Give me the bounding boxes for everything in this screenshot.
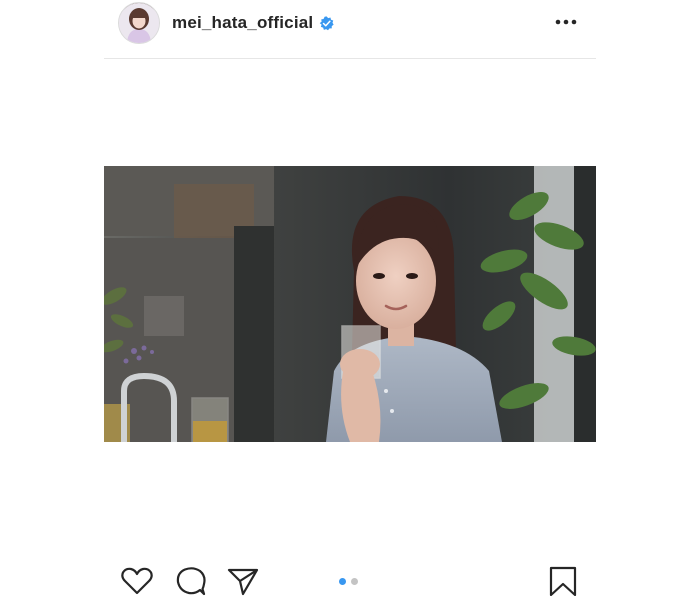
verified-badge-icon (319, 15, 334, 31)
carousel-indicator (339, 578, 358, 585)
carousel-dot (351, 578, 358, 585)
more-horizontal-icon (555, 19, 577, 25)
comment-bubble-icon (176, 567, 206, 596)
post-action-bar (104, 560, 596, 600)
carousel-dot-active (339, 578, 346, 585)
paper-plane-icon (227, 568, 259, 596)
avatar[interactable] (118, 2, 160, 44)
post-photo (104, 166, 596, 442)
post-media[interactable] (104, 166, 596, 442)
comment-button[interactable] (174, 566, 208, 596)
more-options-button[interactable] (554, 12, 578, 32)
username-row: mei_hata_official (172, 12, 334, 34)
post-header: mei_hata_official (104, 0, 596, 59)
bookmark-icon (549, 566, 577, 597)
username-link[interactable]: mei_hata_official (172, 13, 313, 33)
instagram-post: mei_hata_official (0, 0, 700, 600)
share-button[interactable] (226, 566, 260, 596)
avatar-photo (119, 3, 159, 43)
heart-icon (121, 567, 153, 595)
save-button[interactable] (546, 566, 580, 597)
like-button[interactable] (120, 566, 154, 596)
